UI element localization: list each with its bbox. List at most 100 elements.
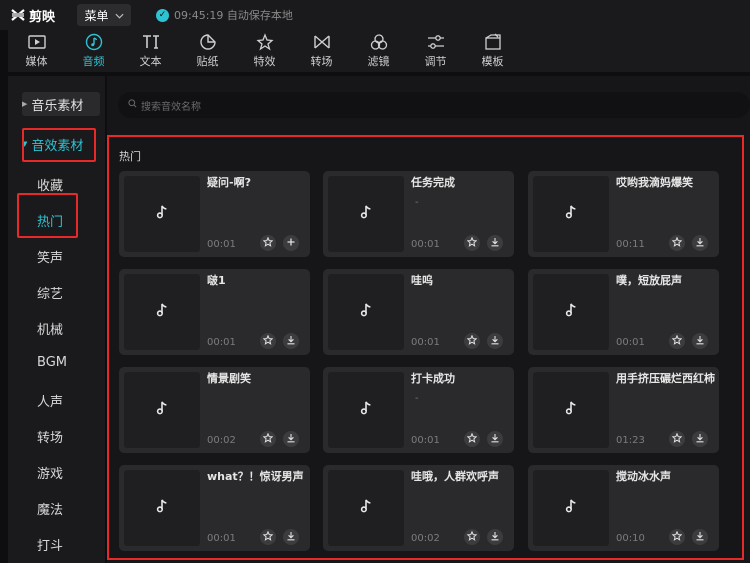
sound-card[interactable]: 任务完成 - 00:01	[323, 171, 514, 257]
download-button[interactable]	[692, 431, 708, 447]
favorite-button[interactable]	[464, 333, 480, 349]
download-button[interactable]	[487, 333, 503, 349]
tab-text[interactable]: 文本	[122, 30, 179, 72]
download-icon	[695, 237, 705, 250]
favorite-button[interactable]	[260, 235, 276, 251]
music-note-icon	[359, 302, 373, 323]
sidebar-item-fight[interactable]: 打斗	[37, 535, 63, 554]
favorite-button[interactable]	[464, 529, 480, 545]
sound-duration: 00:02	[411, 533, 440, 544]
sound-card[interactable]: 疑问-啊? 00:01	[119, 171, 310, 257]
favorite-button[interactable]	[260, 529, 276, 545]
star-icon	[262, 432, 274, 446]
sound-thumbnail[interactable]	[124, 176, 200, 252]
sound-name: 噗，短放屁声	[616, 274, 682, 287]
download-button[interactable]	[487, 235, 503, 251]
sound-thumbnail[interactable]	[124, 372, 200, 448]
music-note-icon	[155, 498, 169, 519]
favorite-button[interactable]	[260, 333, 276, 349]
sidebar-item-magic[interactable]: 魔法	[37, 499, 63, 518]
tab-sticker[interactable]: 贴纸	[179, 30, 236, 72]
favorite-button[interactable]	[669, 431, 685, 447]
tab-adjust[interactable]: 调节	[407, 30, 464, 72]
category-music[interactable]: ▶ 音乐素材	[22, 92, 100, 116]
sound-card[interactable]: 打卡成功 - 00:01	[323, 367, 514, 453]
sound-name: 情景剧笑	[207, 372, 251, 385]
download-button[interactable]	[692, 529, 708, 545]
sound-subtitle: -	[415, 393, 419, 404]
sound-thumbnail[interactable]	[328, 176, 404, 252]
sound-thumbnail[interactable]	[533, 372, 609, 448]
download-icon	[490, 531, 500, 544]
sidebar-item-laughter[interactable]: 笑声	[37, 247, 63, 266]
music-note-icon	[155, 400, 169, 421]
sound-name: 哎哟我滴妈爆笑	[616, 176, 693, 189]
tab-media[interactable]: 媒体	[8, 30, 65, 72]
sound-duration: 00:01	[411, 239, 440, 250]
sound-name: 哇哦，人群欢呼声	[411, 470, 499, 483]
sound-duration: 00:01	[207, 239, 236, 250]
favorite-button[interactable]	[260, 431, 276, 447]
audio-icon	[85, 33, 102, 51]
favorite-button[interactable]	[669, 529, 685, 545]
sound-card[interactable]: what？！惊讶男声 00:01	[119, 465, 310, 551]
sound-card[interactable]: 噗，短放屁声 00:01	[528, 269, 719, 355]
sound-thumbnail[interactable]	[533, 470, 609, 546]
download-button[interactable]	[283, 529, 299, 545]
favorite-button[interactable]	[669, 235, 685, 251]
sound-card[interactable]: 哎哟我滴妈爆笑 00:11	[528, 171, 719, 257]
download-button[interactable]	[283, 431, 299, 447]
sound-thumbnail[interactable]	[124, 274, 200, 350]
add-to-track-button[interactable]	[283, 235, 299, 251]
tab-template[interactable]: 模板	[464, 30, 521, 72]
title-bar: 剪映 菜单 ✓ 09:45:19 自动保存本地	[0, 0, 750, 30]
transition-icon	[313, 35, 330, 49]
sound-name: 哇呜	[411, 274, 433, 287]
sound-card[interactable]: 用手挤压碾烂西红柿 01:23	[528, 367, 719, 453]
sound-duration: 00:11	[616, 239, 645, 250]
sound-thumbnail[interactable]	[328, 470, 404, 546]
highlight-box-hot-item	[17, 193, 78, 238]
check-circle-icon: ✓	[156, 8, 169, 22]
sidebar-item-variety[interactable]: 综艺	[37, 283, 63, 302]
download-button[interactable]	[283, 333, 299, 349]
favorite-button[interactable]	[464, 431, 480, 447]
sidebar-item-bgm[interactable]: BGM	[37, 355, 67, 370]
favorite-button[interactable]	[669, 333, 685, 349]
sidebar-item-game[interactable]: 游戏	[37, 463, 63, 482]
sound-thumbnail[interactable]	[124, 470, 200, 546]
tab-audio[interactable]: 音频	[65, 30, 122, 72]
sound-thumbnail[interactable]	[328, 274, 404, 350]
sound-card[interactable]: 情景剧笑 00:02	[119, 367, 310, 453]
tab-effects[interactable]: 特效	[236, 30, 293, 72]
sound-duration: 00:10	[616, 533, 645, 544]
sound-card[interactable]: 啵1 00:01	[119, 269, 310, 355]
sound-card[interactable]: 哇呜 00:01	[323, 269, 514, 355]
tab-filter[interactable]: 滤镜	[350, 30, 407, 72]
sound-thumbnail[interactable]	[533, 274, 609, 350]
sidebar-item-voice[interactable]: 人声	[37, 391, 63, 410]
sound-thumbnail[interactable]	[328, 372, 404, 448]
search-icon	[128, 99, 137, 111]
music-note-icon	[564, 302, 578, 323]
text-icon	[142, 35, 159, 49]
tab-label: 模板	[481, 55, 504, 68]
sidebar-item-transition[interactable]: 转场	[37, 427, 63, 446]
tab-transition[interactable]: 转场	[293, 30, 350, 72]
sound-name: 任务完成	[411, 176, 455, 189]
download-button[interactable]	[692, 333, 708, 349]
menu-button[interactable]: 菜单	[77, 4, 131, 26]
download-button[interactable]	[487, 431, 503, 447]
sound-card[interactable]: 哇哦，人群欢呼声 00:02	[323, 465, 514, 551]
favorite-button[interactable]	[464, 235, 480, 251]
sidebar-item-favorites[interactable]: 收藏	[37, 175, 63, 194]
sound-card[interactable]: 搅动冰水声 00:10	[528, 465, 719, 551]
search-input[interactable]: 搜索音效名称	[118, 92, 750, 118]
download-button[interactable]	[487, 529, 503, 545]
sidebar-item-mechanical[interactable]: 机械	[37, 319, 63, 338]
sound-thumbnail[interactable]	[533, 176, 609, 252]
music-note-icon	[359, 400, 373, 421]
music-note-icon	[359, 204, 373, 225]
download-button[interactable]	[692, 235, 708, 251]
sound-name: what？！惊讶男声	[207, 470, 304, 483]
